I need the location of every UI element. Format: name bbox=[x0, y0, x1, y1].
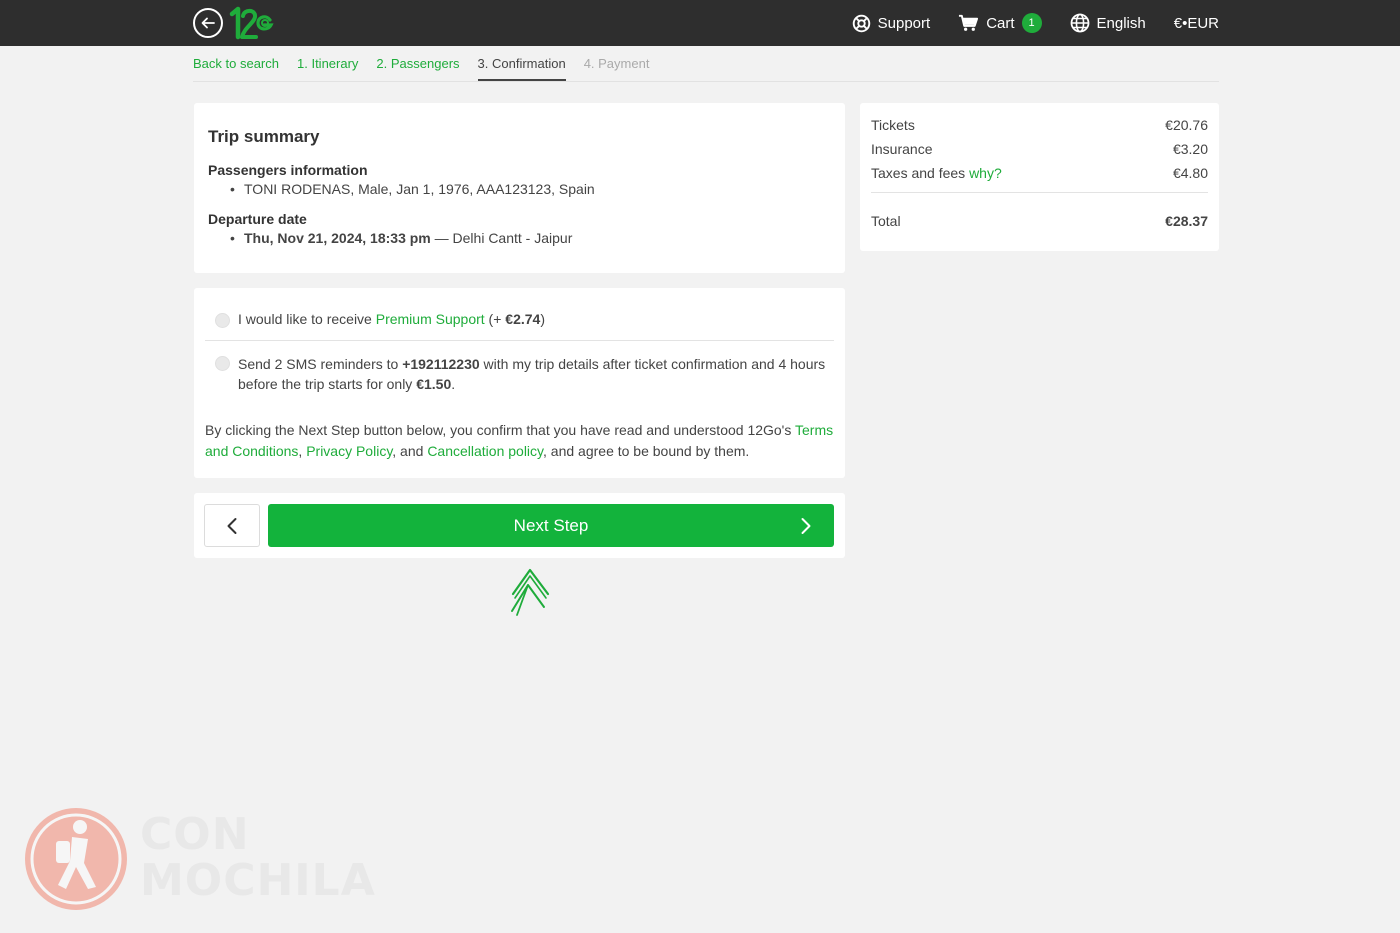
passenger-details: TONI RODENAS, Male, Jan 1, 1976, AAA1231… bbox=[244, 181, 595, 197]
cancellation-link[interactable]: Cancellation policy bbox=[427, 443, 543, 459]
annotation-arrow-icon bbox=[511, 568, 550, 616]
tickets-row: Tickets €20.76 bbox=[871, 116, 1208, 140]
globe-icon bbox=[1070, 13, 1089, 33]
cart-label: Cart bbox=[986, 14, 1015, 32]
top-navigation-bar: Support Cart 1 English €•EUR bbox=[0, 0, 1400, 46]
step-passengers[interactable]: 2. Passengers bbox=[376, 47, 459, 81]
departure-separator: — bbox=[430, 230, 453, 246]
total-label: Total bbox=[871, 213, 901, 229]
sms-phone-number: +192112230 bbox=[402, 356, 480, 372]
total-value: €28.37 bbox=[1165, 213, 1208, 229]
sms-price: €1.50 bbox=[416, 376, 452, 392]
cart-icon bbox=[959, 14, 979, 31]
total-row: Total €28.37 bbox=[871, 213, 1208, 229]
sms-reminder-option: Send 2 SMS reminders to +192112230 with … bbox=[205, 341, 834, 407]
sms-reminder-radio[interactable] bbox=[215, 356, 230, 371]
step-itinerary[interactable]: 1. Itinerary bbox=[297, 47, 358, 81]
language-label: English bbox=[1096, 14, 1146, 32]
insurance-value: €3.20 bbox=[1172, 141, 1208, 157]
watermark-text: CON MOCHILA bbox=[140, 809, 376, 906]
departure-heading: Departure date bbox=[208, 211, 307, 227]
taxes-why-link[interactable]: why? bbox=[969, 165, 1002, 181]
breadcrumb: Back to search 1. Itinerary 2. Passenger… bbox=[193, 47, 1219, 82]
departure-item: Thu, Nov 21, 2024, 18:33 pm — Delhi Cant… bbox=[208, 230, 831, 246]
passengers-heading: Passengers information bbox=[208, 162, 368, 178]
insurance-row: Insurance €3.20 bbox=[871, 140, 1208, 164]
chevron-right-icon bbox=[801, 518, 811, 534]
premium-support-link[interactable]: Premium Support bbox=[376, 311, 485, 327]
step-payment: 4. Payment bbox=[583, 56, 650, 71]
watermark-logo-icon bbox=[25, 808, 127, 910]
previous-step-button[interactable] bbox=[204, 504, 260, 547]
support-label: Support bbox=[877, 14, 931, 32]
language-selector[interactable]: English bbox=[1070, 13, 1146, 33]
taxes-label: Taxes and fees why? bbox=[871, 165, 1002, 181]
back-to-search-link[interactable]: Back to search bbox=[193, 47, 279, 81]
sms-reminder-text: Send 2 SMS reminders to +192112230 with … bbox=[238, 356, 826, 392]
brand-logo[interactable] bbox=[229, 5, 275, 41]
support-link[interactable]: Support bbox=[852, 14, 931, 33]
premium-support-radio[interactable] bbox=[215, 313, 230, 328]
back-arrow-icon[interactable] bbox=[193, 8, 223, 38]
currency-label: €•EUR bbox=[1173, 14, 1219, 32]
terms-consent-text: By clicking the Next Step button below, … bbox=[205, 422, 834, 459]
price-divider bbox=[871, 192, 1208, 193]
price-summary-card: Tickets €20.76 Insurance €3.20 Taxes and… bbox=[860, 103, 1219, 251]
departure-route: Delhi Cantt - Jaipur bbox=[452, 230, 573, 246]
currency-selector[interactable]: €•EUR bbox=[1174, 15, 1219, 32]
premium-support-option: I would like to receive Premium Support … bbox=[205, 288, 834, 341]
extras-card: I would like to receive Premium Support … bbox=[194, 288, 845, 478]
next-step-button[interactable]: Next Step bbox=[268, 504, 834, 547]
insurance-label: Insurance bbox=[871, 141, 933, 157]
departure-datetime: Thu, Nov 21, 2024, 18:33 pm bbox=[244, 230, 431, 246]
cart-link[interactable]: Cart 1 bbox=[958, 13, 1042, 33]
trip-summary-title: Trip summary bbox=[208, 127, 320, 146]
tickets-value: €20.76 bbox=[1165, 117, 1208, 133]
chevron-left-icon bbox=[227, 517, 237, 534]
next-step-label: Next Step bbox=[513, 515, 589, 535]
actions-card: Next Step bbox=[194, 493, 845, 558]
premium-support-price: €2.74 bbox=[505, 311, 541, 327]
premium-support-text: I would like to receive Premium Support … bbox=[238, 311, 546, 327]
trip-summary-card: Trip summary Passengers information TONI… bbox=[194, 103, 845, 273]
lifebuoy-icon bbox=[852, 14, 870, 32]
taxes-value: €4.80 bbox=[1172, 165, 1208, 181]
passenger-item: TONI RODENAS, Male, Jan 1, 1976, AAA1231… bbox=[208, 181, 831, 197]
cart-count-badge: 1 bbox=[1021, 13, 1042, 33]
taxes-row: Taxes and fees why? €4.80 bbox=[871, 164, 1208, 188]
step-confirmation: 3. Confirmation bbox=[477, 47, 566, 81]
privacy-link[interactable]: Privacy Policy bbox=[306, 443, 392, 459]
tickets-label: Tickets bbox=[871, 117, 915, 133]
